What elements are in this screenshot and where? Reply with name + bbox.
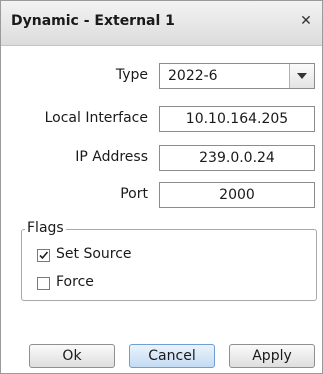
ip-address-input[interactable] — [159, 145, 315, 171]
local-interface-input[interactable] — [159, 106, 315, 132]
dialog-title: Dynamic - External 1 — [11, 13, 175, 29]
cancel-button[interactable]: Cancel — [129, 344, 215, 368]
dialog-window: Dynamic - External 1 ✕ Type 2022-6 Local… — [0, 0, 323, 374]
title-bar[interactable]: Dynamic - External 1 ✕ — [1, 1, 322, 46]
port-label: Port — [120, 186, 148, 202]
flags-group — [21, 229, 317, 301]
ok-button[interactable]: Ok — [29, 344, 115, 368]
force-label[interactable]: Force — [56, 274, 94, 290]
flags-legend: Flags — [25, 220, 66, 236]
port-input[interactable] — [159, 182, 315, 208]
type-label: Type — [115, 67, 148, 83]
ip-address-label: IP Address — [75, 149, 148, 165]
force-checkbox[interactable] — [37, 277, 50, 290]
type-select-value: 2022-6 — [168, 68, 218, 84]
chevron-down-icon[interactable] — [289, 64, 314, 88]
checkmark-icon — [39, 251, 49, 260]
type-select[interactable]: 2022-6 — [159, 63, 315, 89]
set-source-checkbox[interactable] — [37, 249, 50, 262]
apply-button[interactable]: Apply — [229, 344, 315, 368]
set-source-label[interactable]: Set Source — [56, 246, 132, 262]
close-icon[interactable]: ✕ — [298, 13, 314, 29]
local-interface-label: Local Interface — [44, 110, 148, 126]
